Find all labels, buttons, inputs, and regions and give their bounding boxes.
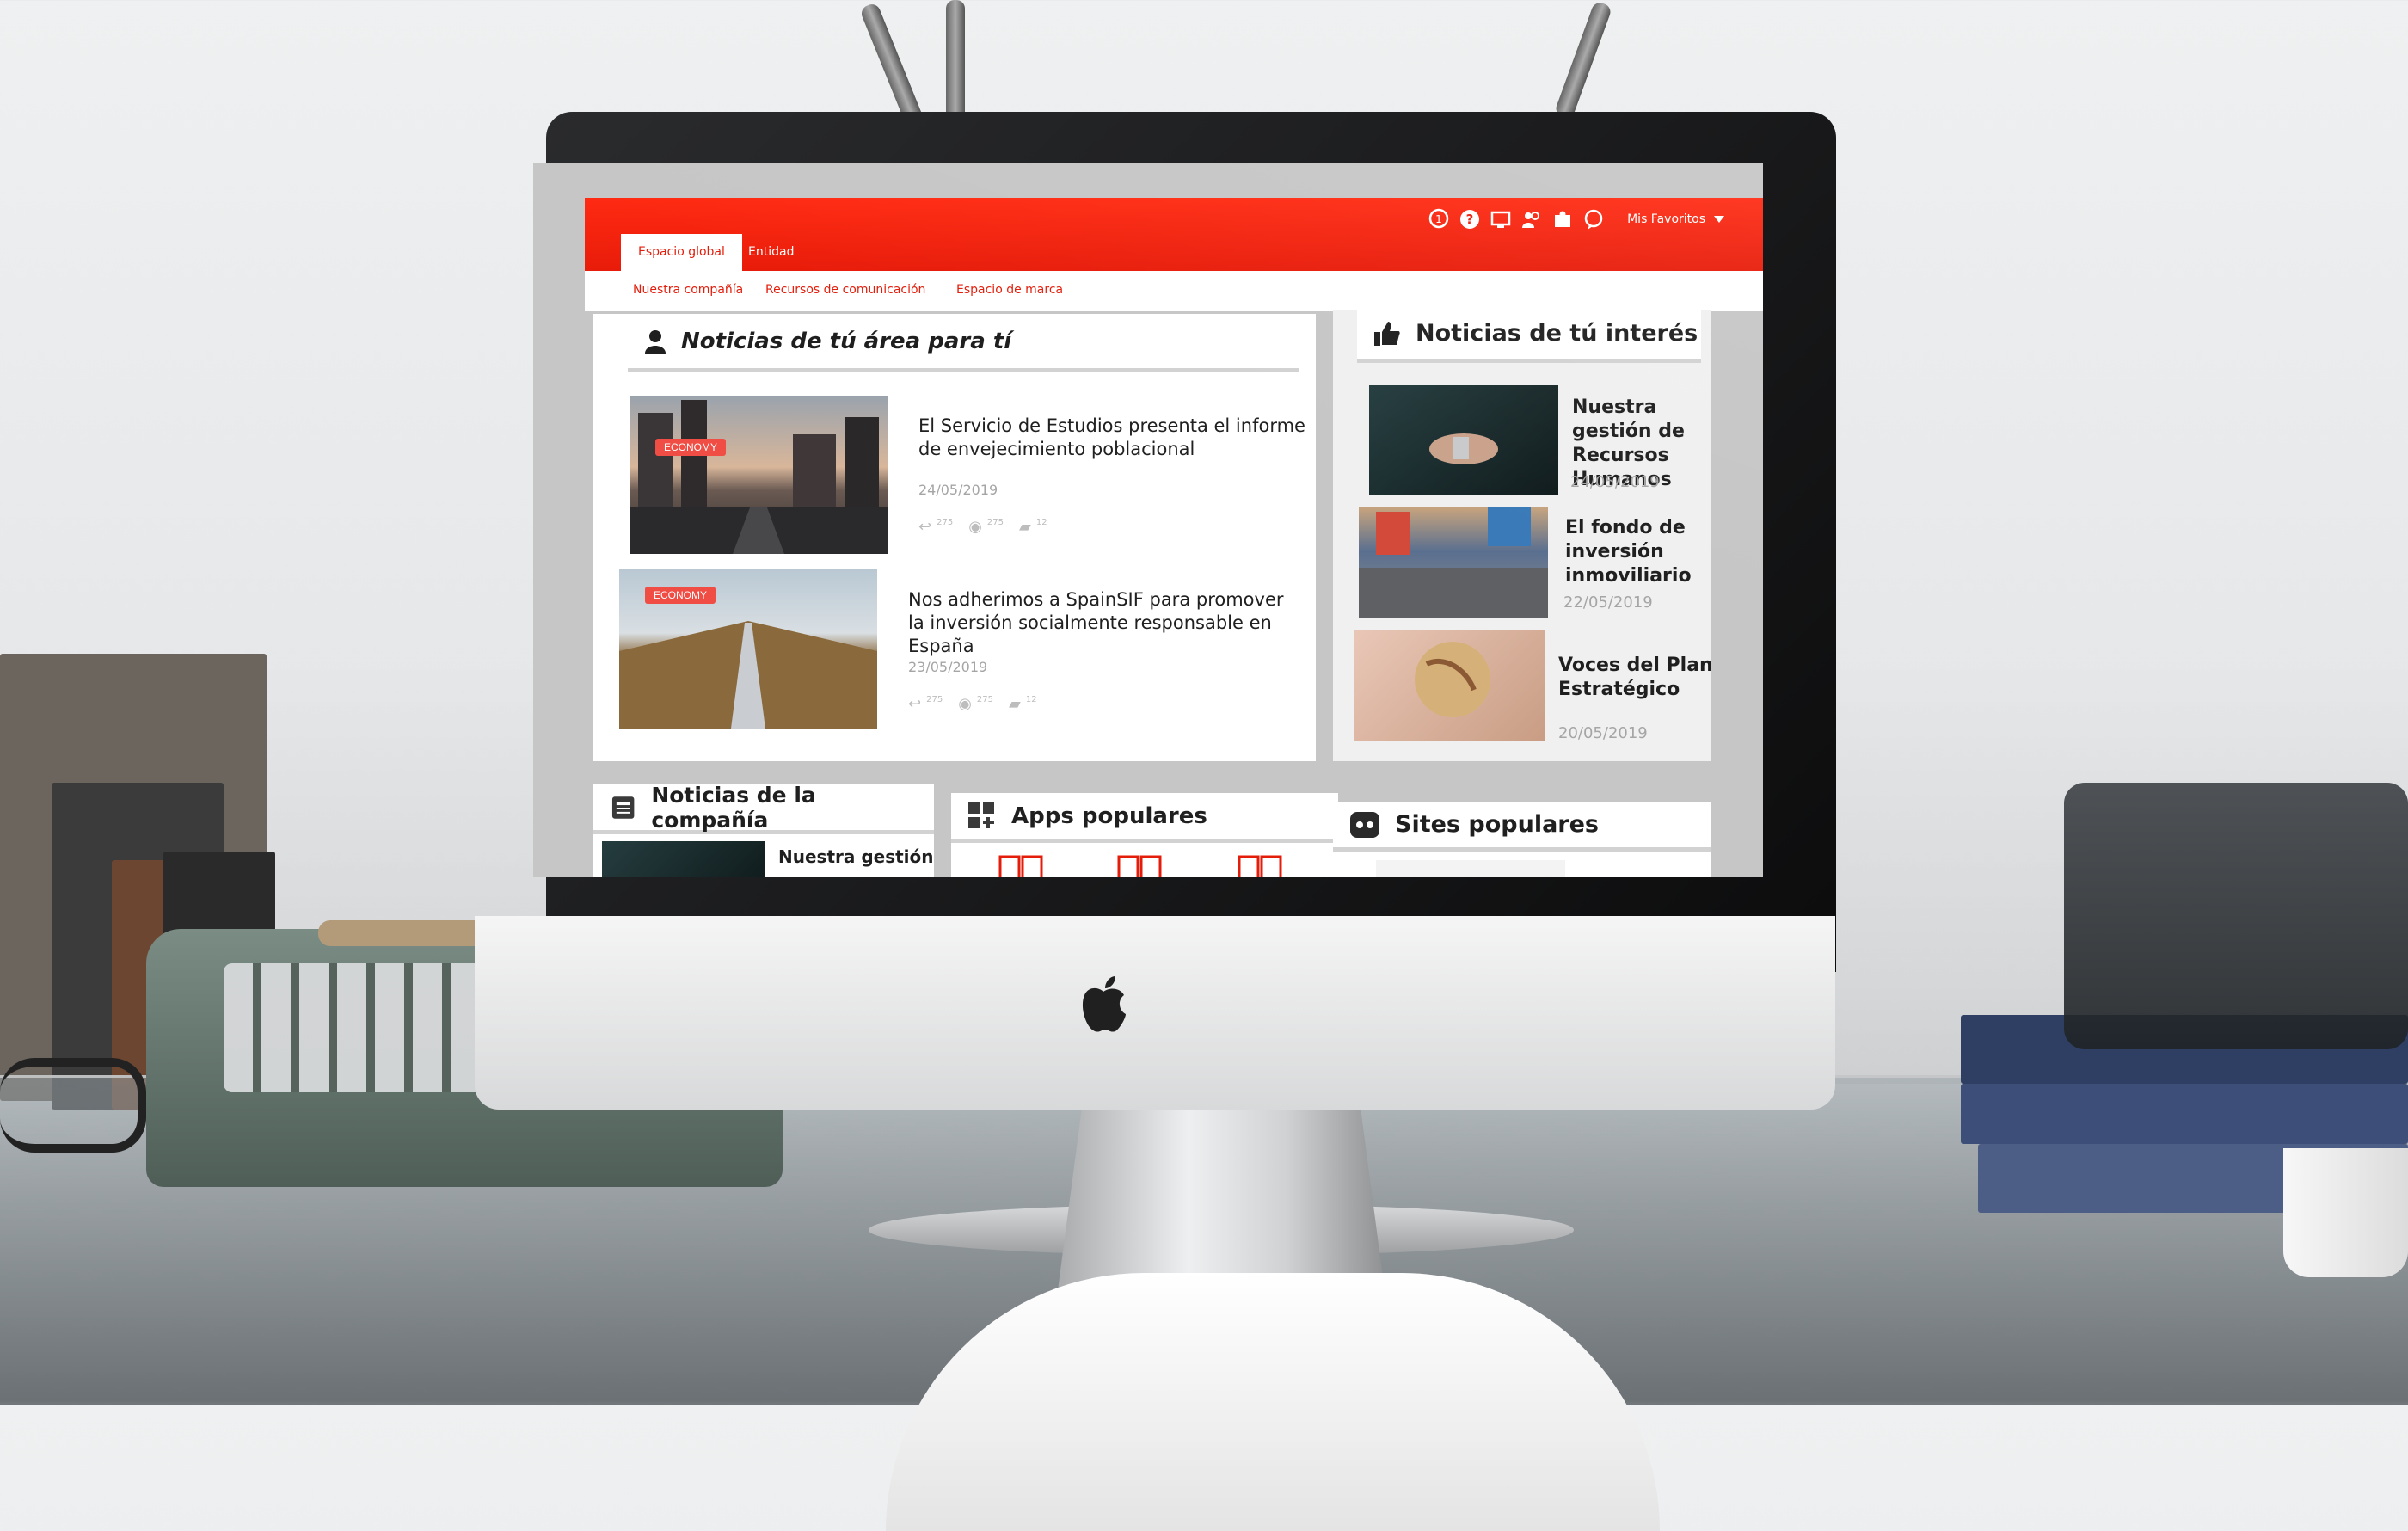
company-news-item-title[interactable]: Nuestra gestión xyxy=(778,846,934,867)
company-news-body: Nuestra gestión xyxy=(593,834,934,877)
company-news-header: Noticias de la compañía xyxy=(593,782,934,834)
coffee-mug xyxy=(2283,1148,2408,1277)
news-title[interactable]: El Servicio de Estudios presenta el info… xyxy=(918,415,1305,461)
app-icon[interactable] xyxy=(1117,855,1162,877)
eye-icon: ◉ xyxy=(958,695,972,713)
area-news-header: Noticias de tú área para tí xyxy=(628,314,1299,372)
help-icon[interactable]: ? xyxy=(1459,208,1481,231)
news-thumbnail-bridge[interactable]: ECONOMY xyxy=(619,569,877,729)
wall-hanger-middle xyxy=(946,0,965,129)
interest-news-date: 20/05/2019 xyxy=(1558,724,1648,742)
user-icon xyxy=(645,329,666,354)
sites-icon xyxy=(1350,811,1379,838)
company-news-thumbnail[interactable] xyxy=(602,841,765,877)
area-news-title: Noticias de tú área para tí xyxy=(681,328,1012,354)
thumbs-up-icon xyxy=(1374,321,1400,346)
top-navigation-bar: Espacio global Entidad 1 ? Mis Favoritos xyxy=(585,198,1763,271)
favorites-label: Mis Favoritos xyxy=(1627,212,1705,226)
newspaper-icon xyxy=(611,796,635,819)
news-thumbnail-crowd[interactable] xyxy=(1359,507,1548,618)
share-count: 275 xyxy=(926,695,943,704)
sub-navigation: Nuestra compañía Recursos de comunicació… xyxy=(585,271,1763,311)
notification-count: 1 xyxy=(1435,213,1442,225)
apps-header: Apps populares xyxy=(951,793,1338,843)
news-date: 23/05/2019 xyxy=(908,659,988,675)
apple-logo-icon xyxy=(1082,976,1126,1032)
subnav-item-nuestra-compania[interactable]: Nuestra compañía xyxy=(633,283,743,297)
interest-news-date: 22/05/2019 xyxy=(1563,593,1653,612)
category-badge: ECONOMY xyxy=(645,587,716,604)
news-stats: ↩ 275 ◉ 275 ▰ 12 xyxy=(918,518,1047,536)
subnav-item-espacio-marca[interactable]: Espacio de marca xyxy=(956,283,1063,297)
comment-count: 12 xyxy=(1035,518,1047,527)
apps-body xyxy=(951,843,1338,877)
sites-header: Sites populares xyxy=(1333,802,1711,852)
people-icon[interactable] xyxy=(1520,208,1543,231)
interest-news-title[interactable]: Voces del Plan Estratégico xyxy=(1558,654,1722,702)
news-thumbnail-globe[interactable] xyxy=(1354,630,1545,741)
interest-news-title: Noticias de tú interés xyxy=(1416,320,1698,347)
interest-news-date: 24/05/2019 xyxy=(1570,473,1660,491)
chat-icon[interactable] xyxy=(1582,208,1605,231)
notification-icon[interactable]: 1 xyxy=(1428,208,1450,231)
plugin-icon[interactable] xyxy=(1551,208,1574,231)
news-stats: ↩ 275 ◉ 275 ▰ 12 xyxy=(908,695,1037,713)
news-thumbnail-suit[interactable] xyxy=(1369,385,1558,495)
sites-body xyxy=(1333,852,1711,877)
wall-hanger-right xyxy=(1553,0,1613,120)
favorites-dropdown[interactable]: Mis Favoritos xyxy=(1627,212,1724,226)
monitor-chin xyxy=(475,916,1835,1110)
monitor-screen: Espacio global Entidad 1 ? Mis Favoritos… xyxy=(533,163,1763,877)
view-count: 275 xyxy=(986,518,1004,527)
company-news-title: Noticias de la compañía xyxy=(651,782,816,833)
share-icon[interactable]: ↩ xyxy=(908,695,921,713)
news-thumbnail-city[interactable]: ECONOMY xyxy=(630,396,888,554)
screen-icon[interactable] xyxy=(1490,208,1512,231)
subnav-item-recursos-comunicacion[interactable]: Recursos de comunicación xyxy=(765,283,925,297)
tab-espacio-global[interactable]: Espacio global xyxy=(621,234,742,271)
comment-icon[interactable]: ▰ xyxy=(1019,518,1031,536)
category-badge: ECONOMY xyxy=(655,439,727,456)
eyeglasses xyxy=(0,1058,146,1153)
flip-clock xyxy=(2064,783,2408,1049)
eye-icon: ◉ xyxy=(968,518,982,536)
apps-title: Apps populares xyxy=(1011,802,1207,829)
share-count: 275 xyxy=(937,518,954,527)
comment-count: 12 xyxy=(1025,695,1037,704)
tab-entidad[interactable]: Entidad xyxy=(731,234,811,271)
comment-icon[interactable]: ▰ xyxy=(1009,695,1021,713)
interest-news-header: Noticias de tú interés xyxy=(1357,308,1701,363)
header-actions: 1 ? Mis Favoritos xyxy=(1428,208,1724,231)
news-title[interactable]: Nos adherimos a SpainSIF para promover l… xyxy=(908,588,1304,658)
apps-grid-icon xyxy=(968,802,994,828)
site-card[interactable] xyxy=(1376,860,1565,877)
app-icon[interactable] xyxy=(998,855,1043,877)
news-date: 24/05/2019 xyxy=(918,482,998,498)
interest-news-title[interactable]: El fondo de inversión inmoviliario xyxy=(1565,516,1711,588)
app-icon[interactable] xyxy=(1238,855,1282,877)
monitor-stand xyxy=(1058,1092,1385,1290)
view-count: 275 xyxy=(976,695,993,704)
share-icon[interactable]: ↩ xyxy=(918,518,931,536)
svg-text:?: ? xyxy=(1466,212,1474,227)
sites-title: Sites populares xyxy=(1395,811,1599,838)
chevron-down-icon xyxy=(1714,216,1724,223)
